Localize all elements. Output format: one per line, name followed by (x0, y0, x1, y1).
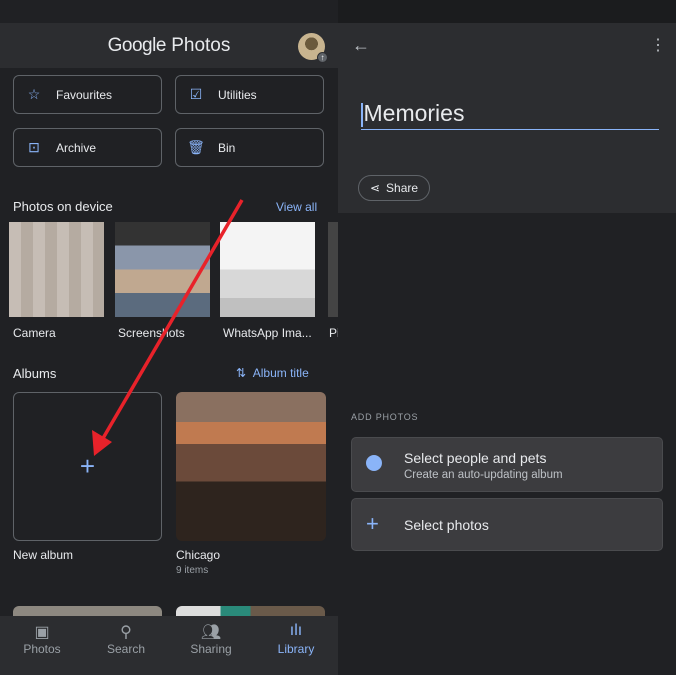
option-subtitle: Create an auto-updating album (404, 469, 563, 481)
album-title-value: Memories (363, 100, 465, 126)
plus-icon: + (366, 511, 379, 536)
more-options-icon[interactable]: ⋮ (650, 35, 666, 55)
option-title: Select photos (404, 517, 489, 533)
select-photos-button[interactable]: + Select photos (351, 498, 663, 551)
back-arrow-icon[interactable]: ← (352, 35, 370, 56)
share-button[interactable]: ⋖ Share (358, 175, 430, 201)
share-label: Share (386, 181, 419, 195)
annotation-arrow (92, 199, 244, 456)
option-title: Select people and pets (404, 450, 547, 466)
face-icon (366, 455, 382, 471)
add-photos-heading: ADD PHOTOS (351, 412, 419, 422)
select-people-pets-button[interactable]: Select people and pets Create an auto-up… (351, 437, 663, 492)
share-icon: ⋖ (369, 181, 381, 195)
album-title-input[interactable]: Memories (361, 100, 659, 130)
